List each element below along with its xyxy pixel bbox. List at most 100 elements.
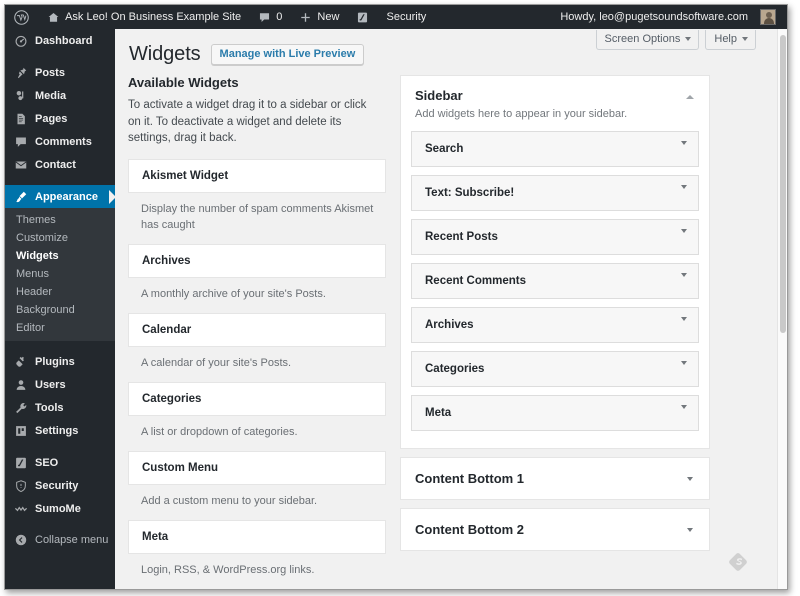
chevron-down-icon[interactable] [681,141,687,157]
paintbrush-icon [14,190,28,204]
sidebar-item-sumome[interactable]: SumoMe [5,497,115,520]
sidebar-item-label: Settings [35,424,79,437]
assigned-widget[interactable]: Categories [411,351,699,387]
sidebar-item-posts[interactable]: Posts [5,61,115,84]
assigned-widget[interactable]: Archives [411,307,699,343]
chevron-down-icon[interactable] [681,361,687,377]
widget-title: Archives [142,254,191,267]
sidebar-item-dashboard[interactable]: Dashboard [5,29,115,52]
wordpress-logo-icon[interactable] [5,5,37,29]
sidebar-item-tools[interactable]: Tools [5,396,115,419]
sidebar-item-appearance[interactable]: Appearance [5,185,116,208]
assigned-widget-label: Archives [425,319,474,331]
screen-options-button[interactable]: Screen Options [595,30,700,50]
widget-area-sidebar: Sidebar Add widgets here to appear in yo… [400,75,710,449]
comments-count: 0 [276,11,283,23]
scrollbar-thumb[interactable] [780,35,786,333]
help-label: Help [714,33,737,45]
assigned-widget[interactable]: Text: Subscribe! [411,175,699,211]
submenu-item-themes[interactable]: Themes [5,211,115,229]
widget-title: Custom Menu [142,461,219,474]
assigned-widget[interactable]: Meta [411,395,699,431]
sidebar-item-seo[interactable]: SEO [5,451,115,474]
available-widget[interactable]: Akismet Widget [128,159,386,194]
yoast-seo-menu[interactable] [349,5,376,29]
chevron-up-icon[interactable] [683,90,697,104]
yoast-seo-icon [14,456,28,470]
assigned-widget[interactable]: Recent Comments [411,263,699,299]
help-button[interactable]: Help [705,30,756,50]
available-widget[interactable]: Pages [128,588,386,589]
widget-description: A list or dropdown of categories. [141,425,298,438]
new-content-menu[interactable]: New [292,5,346,29]
chevron-down-icon[interactable] [683,472,697,486]
available-widget[interactable]: Custom Menu [128,450,386,485]
sidebar-item-settings[interactable]: Settings [5,419,115,442]
submenu-item-header[interactable]: Header [5,283,115,301]
new-label: New [317,11,340,23]
user-icon [14,378,28,392]
chevron-down-icon[interactable] [681,317,687,333]
widget-description: Display the number of spam comments Akis… [141,203,374,231]
chevron-down-icon[interactable] [681,185,687,201]
widget-area-header[interactable]: Sidebar Add widgets here to appear in yo… [401,76,709,131]
available-widget[interactable]: Archives [128,243,386,278]
site-name-label: Ask Leo! On Business Example Site [65,11,242,23]
admin-bar-right: Howdy, leo@pugetsoundsoftware.com [553,5,787,29]
widget-area-description: Add widgets here to appear in your sideb… [415,108,628,120]
howdy-label: Howdy, leo@pugetsoundsoftware.com [560,11,748,23]
widget-area-content-bottom-2: Content Bottom 2 [400,508,710,551]
sidebar-item-label: SEO [35,456,59,469]
assigned-widget-label: Recent Comments [425,275,526,287]
submenu-item-customize[interactable]: Customize [5,229,115,247]
sidebar-item-pages[interactable]: Pages [5,107,115,130]
collapse-menu-button[interactable]: Collapse menu [5,528,115,551]
assigned-widget[interactable]: Search [411,131,699,167]
sidebar-item-users[interactable]: Users [5,373,115,396]
sidebar-item-comments[interactable]: Comments [5,130,115,153]
available-widget[interactable]: Meta [128,519,386,554]
browser-window: Ask Leo! On Business Example Site 0 New … [4,4,788,590]
manage-with-live-preview-button[interactable]: Manage with Live Preview [210,44,365,65]
widget-area-header[interactable]: Content Bottom 2 [401,509,709,550]
security-menu[interactable]: Security [380,5,434,29]
dashboard-icon [14,34,28,48]
available-widget[interactable]: Calendar [128,312,386,347]
plug-icon [14,355,28,369]
chevron-down-icon[interactable] [681,229,687,245]
sidebar-item-security[interactable]: Security [5,474,115,497]
settings-gear-icon [14,424,28,438]
sidebar-item-plugins[interactable]: Plugins [5,350,115,373]
site-name-menu[interactable]: Ask Leo! On Business Example Site [40,5,248,29]
widget-title: Categories [142,392,202,405]
chevron-down-icon[interactable] [681,273,687,289]
submenu-item-background[interactable]: Background [5,301,115,319]
site-logo-watermark [727,551,749,573]
page-header: Widgets Manage with Live Preview [129,43,365,66]
sidebar-item-label: Dashboard [35,34,93,47]
comments-bubble[interactable]: 0 [251,5,289,29]
submenu-item-menus[interactable]: Menus [5,265,115,283]
envelope-icon [14,158,28,172]
chevron-down-icon[interactable] [683,523,697,537]
sidebar-item-media[interactable]: Media [5,84,115,107]
assigned-widget[interactable]: Recent Posts [411,219,699,255]
sidebar-item-label: Media [35,89,67,102]
submenu-item-editor[interactable]: Editor [5,319,115,337]
chevron-down-icon [685,37,692,41]
sidebar-item-contact[interactable]: Contact [5,153,115,176]
sidebar-item-label: Users [35,378,66,391]
menu-separator [5,442,115,451]
vertical-scrollbar[interactable] [777,29,787,589]
screen-meta-links: Screen Options Help [595,30,756,50]
my-account-menu[interactable]: Howdy, leo@pugetsoundsoftware.com [553,5,783,29]
widget-title: Calendar [142,323,192,336]
security-label: Security [386,11,427,23]
available-widget[interactable]: Categories [128,381,386,416]
assigned-widget-label: Recent Posts [425,231,498,243]
wrench-icon [14,401,28,415]
widget-area-header[interactable]: Content Bottom 1 [401,458,709,499]
chevron-down-icon[interactable] [681,405,687,421]
admin-bar: Ask Leo! On Business Example Site 0 New … [5,5,787,29]
submenu-item-widgets[interactable]: Widgets [5,247,115,265]
